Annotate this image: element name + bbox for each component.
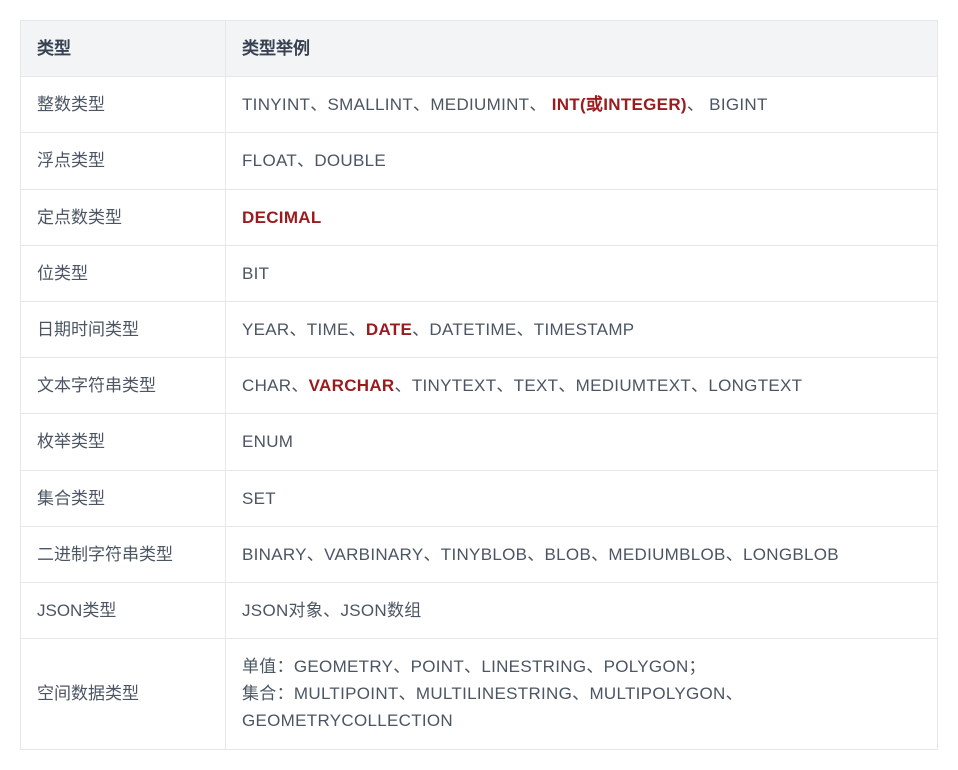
type-cell: JSON类型 [21,582,226,638]
table-row: 整数类型TINYINT、SMALLINT、MEDIUMINT、 INT(或INT… [21,77,938,133]
plain-text: 、DATETIME、TIMESTAMP [412,320,634,339]
plain-text: TINYINT、SMALLINT、MEDIUMINT、 [242,95,552,114]
plain-text: JSON对象、JSON数组 [242,601,422,620]
example-cell: ENUM [226,414,938,470]
plain-text: FLOAT、DOUBLE [242,151,386,170]
table-row: 集合类型 SET [21,470,938,526]
highlight-text: DECIMAL [242,208,322,227]
example-cell: JSON对象、JSON数组 [226,582,938,638]
example-cell: 单值：GEOMETRY、POINT、LINESTRING、POLYGON； 集合：… [226,639,938,750]
plain-text: CHAR、 [242,376,309,395]
plain-text: ENUM [242,432,293,451]
highlight-text: DATE [366,320,412,339]
plain-text: 、 BIGINT [687,95,768,114]
plain-text: SET [242,489,276,508]
type-cell: 定点数类型 [21,189,226,245]
highlight-text: INT(或INTEGER) [552,95,687,114]
type-cell: 整数类型 [21,77,226,133]
example-cell: TINYINT、SMALLINT、MEDIUMINT、 INT(或INTEGER… [226,77,938,133]
example-cell: BINARY、VARBINARY、TINYBLOB、BLOB、MEDIUMBLO… [226,526,938,582]
type-cell: 集合类型 [21,470,226,526]
type-cell: 位类型 [21,245,226,301]
table-row: 文本字符串类型CHAR、VARCHAR、TINYTEXT、TEXT、MEDIUM… [21,358,938,414]
header-type: 类型 [21,21,226,77]
table-row: 二进制字符串类型 BINARY、VARBINARY、TINYBLOB、BLOB、M… [21,526,938,582]
datatype-table-wrapper: 类型 类型举例 整数类型TINYINT、SMALLINT、MEDIUMINT、 … [20,20,938,750]
highlight-text: VARCHAR [309,376,395,395]
table-row: 枚举类型 ENUM [21,414,938,470]
example-cell: FLOAT、DOUBLE [226,133,938,189]
type-cell: 日期时间类型 [21,301,226,357]
table-row: 浮点类型 FLOAT、DOUBLE [21,133,938,189]
datatype-table: 类型 类型举例 整数类型TINYINT、SMALLINT、MEDIUMINT、 … [20,20,938,750]
table-row: JSON类型 JSON对象、JSON数组 [21,582,938,638]
plain-text: YEAR、TIME、 [242,320,366,339]
plain-text: 集合：MULTIPOINT、MULTILINESTRING、MULTIPOLYG… [242,684,743,730]
plain-text: BIT [242,264,269,283]
example-cell: YEAR、TIME、DATE、DATETIME、TIMESTAMP [226,301,938,357]
plain-text: 单值：GEOMETRY、POINT、LINESTRING、POLYGON； [242,657,706,676]
table-row: 空间数据类型单值：GEOMETRY、POINT、LINESTRING、POLYG… [21,639,938,750]
type-cell: 空间数据类型 [21,639,226,750]
example-cell: BIT [226,245,938,301]
type-cell: 文本字符串类型 [21,358,226,414]
example-cell: DECIMAL [226,189,938,245]
header-example: 类型举例 [226,21,938,77]
plain-text: 、TINYTEXT、TEXT、MEDIUMTEXT、LONGTEXT [395,376,803,395]
plain-text: BINARY、VARBINARY、TINYBLOB、BLOB、MEDIUMBLO… [242,545,839,564]
table-row: 位类型 BIT [21,245,938,301]
type-cell: 二进制字符串类型 [21,526,226,582]
example-cell: SET [226,470,938,526]
table-row: 定点数类型 DECIMAL [21,189,938,245]
type-cell: 浮点类型 [21,133,226,189]
type-cell: 枚举类型 [21,414,226,470]
table-row: 日期时间类型YEAR、TIME、DATE、DATETIME、TIMESTAMP [21,301,938,357]
example-cell: CHAR、VARCHAR、TINYTEXT、TEXT、MEDIUMTEXT、LO… [226,358,938,414]
